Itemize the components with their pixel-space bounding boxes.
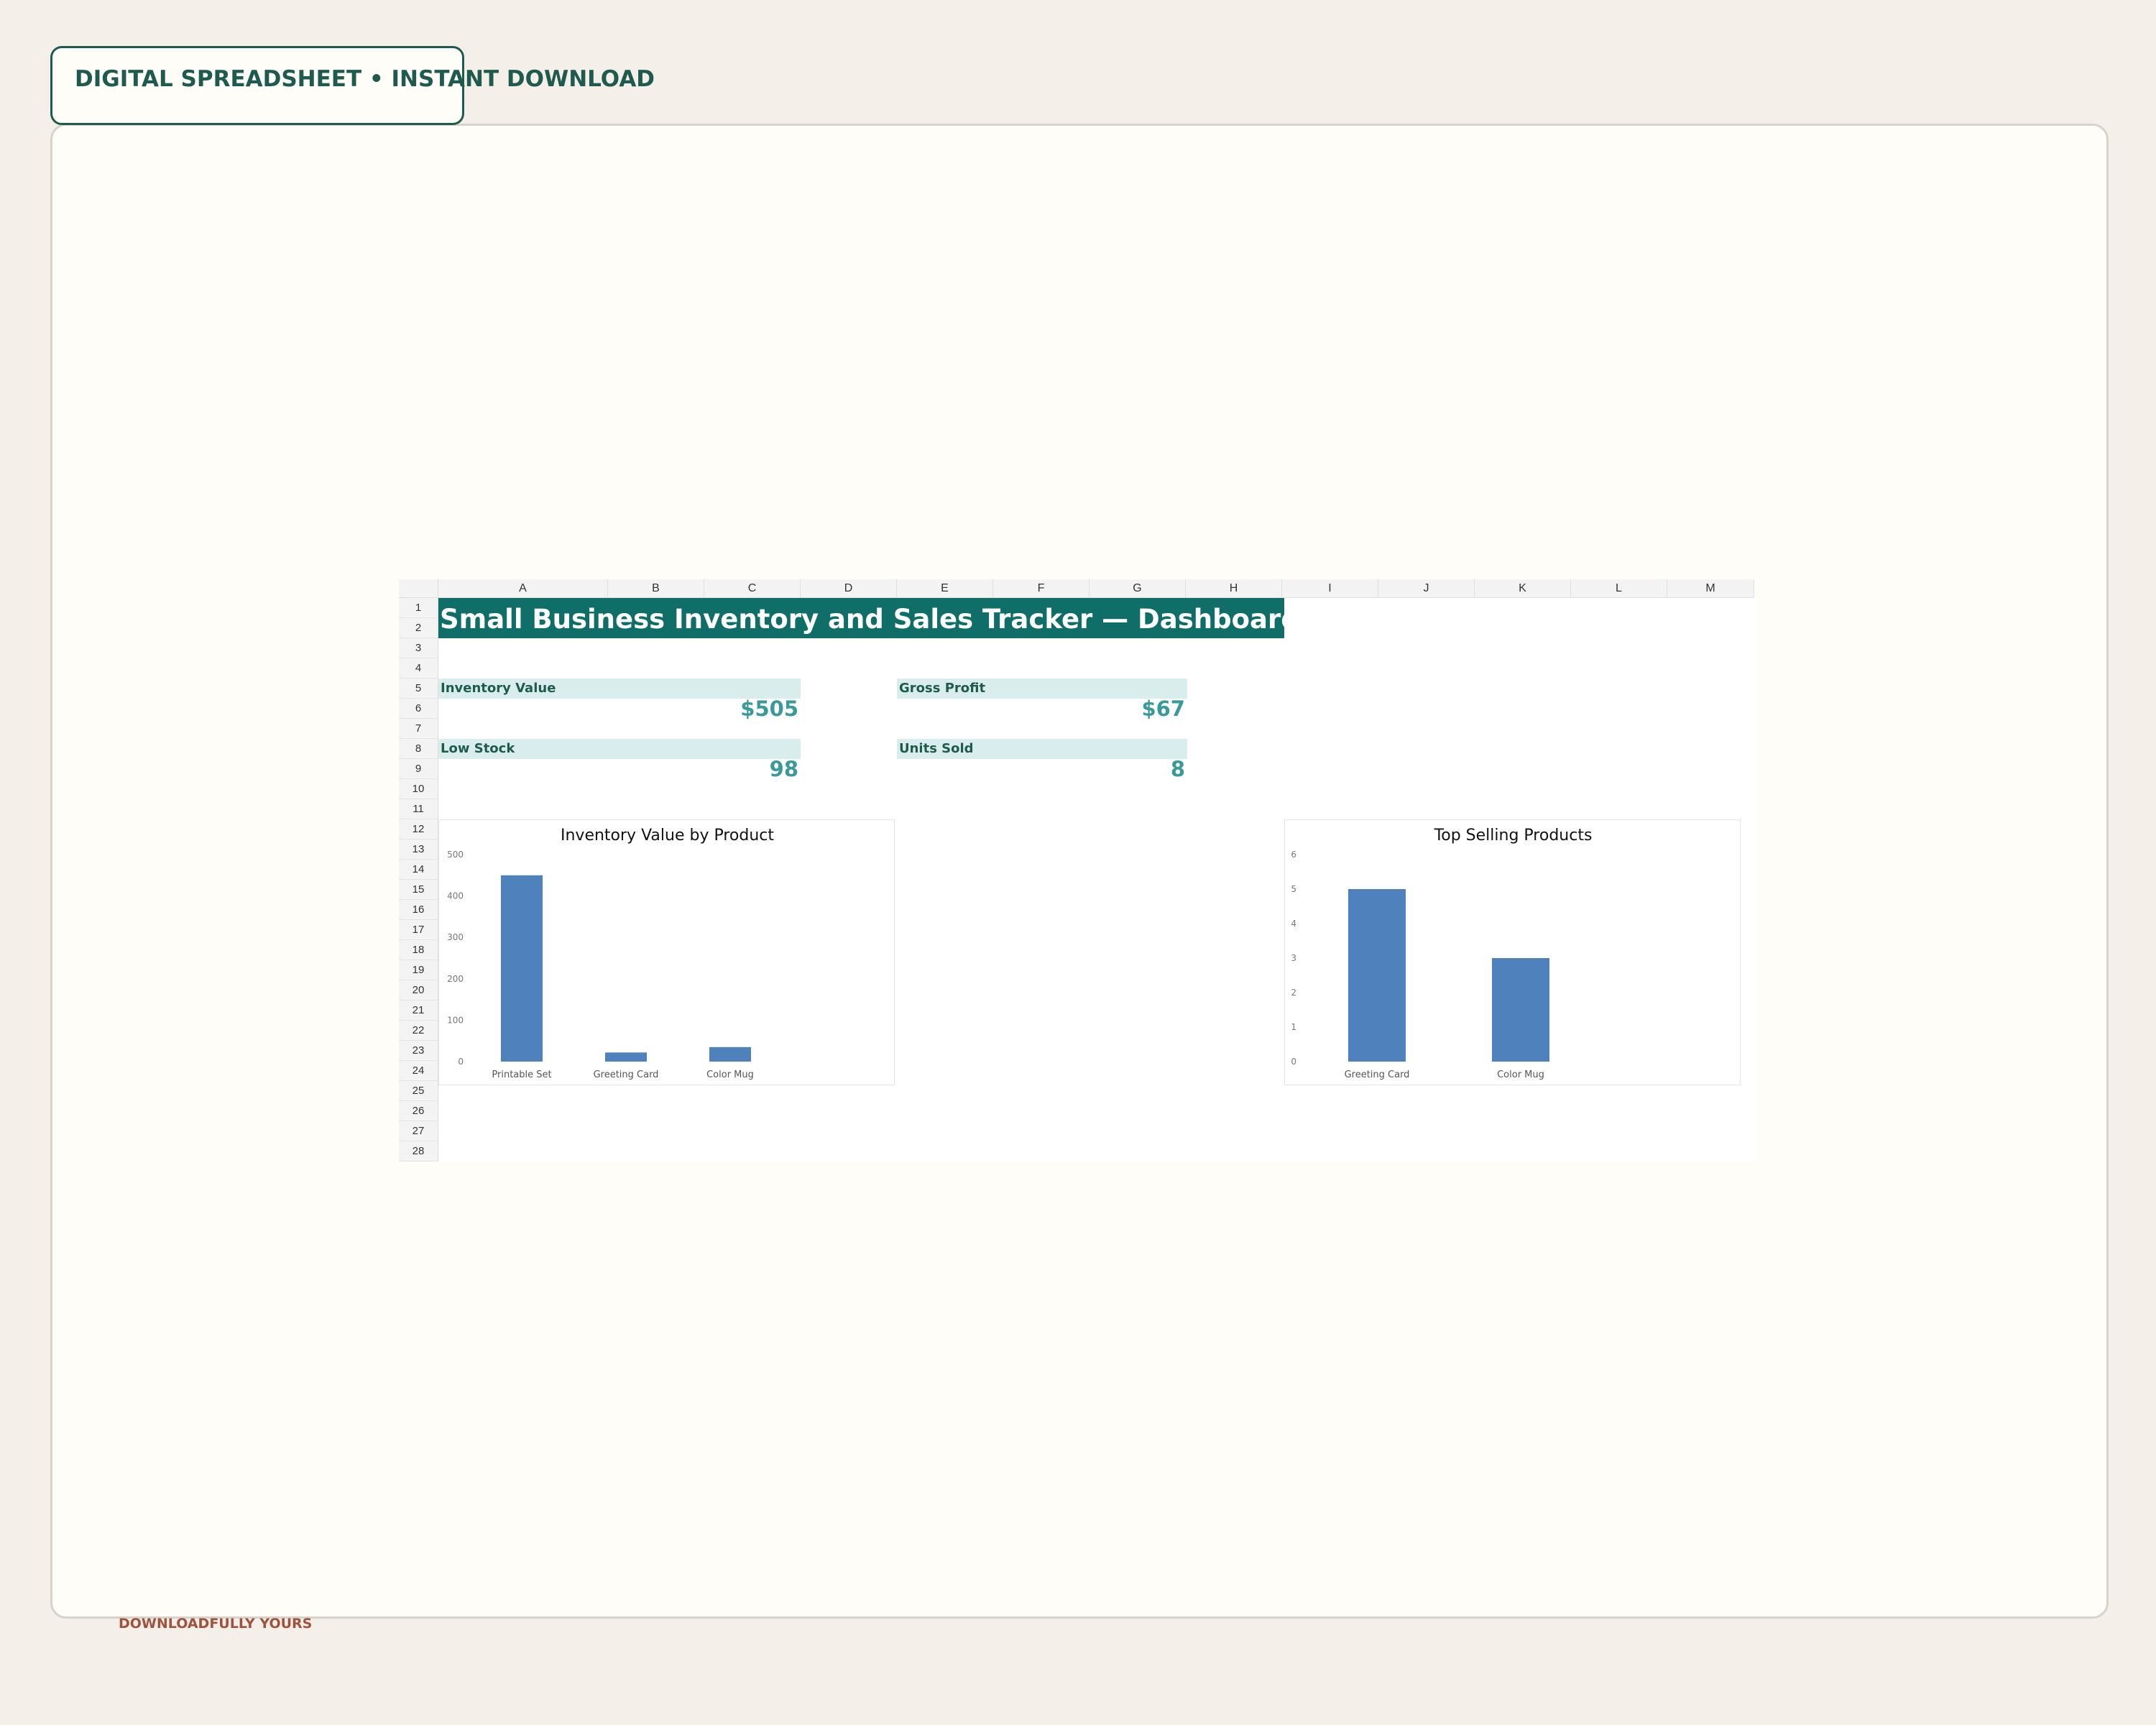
bar [1492,958,1549,1062]
row-header-28[interactable]: 28 [399,1141,438,1162]
row-header-22[interactable]: 22 [399,1021,438,1041]
chart-svg: Top Selling Products 0 1 2 3 4 5 6 Greeting Card… [1291,827,1593,1080]
y-tick-label: 300 [447,932,464,942]
column-header-j[interactable]: J [1378,579,1475,598]
y-tick-label: 0 [458,1057,464,1067]
row-header-14[interactable]: 14 [399,860,438,880]
column-header-e[interactable]: E [897,579,993,598]
dashboard-title: Small Business Inventory and Sales Track… [440,604,1300,635]
x-tick-label: Greeting Card [594,1070,659,1080]
kpi-low-stock: 98 [769,757,798,781]
row-header-18[interactable]: 18 [399,940,438,960]
select-all-corner[interactable] [399,579,438,598]
row-header-3[interactable]: 3 [399,638,438,658]
row-header-8[interactable]: 8 [399,739,438,759]
y-tick-label: 4 [1291,919,1296,929]
row-header-6[interactable]: 6 [399,699,438,719]
chart-inventory-value-by-product[interactable]: Inventory Value by Product 0 100 200 300 400 5… [438,819,895,1085]
y-tick-label: 0 [1291,1057,1296,1067]
y-tick-label: 2 [1291,988,1296,998]
row-header-12[interactable]: 12 [399,819,438,840]
column-header-k[interactable]: K [1475,579,1571,598]
y-tick-label: 200 [447,974,464,984]
y-tick-label: 400 [447,891,464,901]
column-header-d[interactable]: D [801,579,897,598]
column-header-c[interactable]: C [704,579,801,598]
row-header-26[interactable]: 26 [399,1101,438,1121]
y-tick-label: 500 [447,850,464,860]
row-header-19[interactable]: 19 [399,960,438,980]
row-header-7[interactable]: 7 [399,719,438,739]
bar [605,1052,647,1062]
row-header-11[interactable]: 11 [399,799,438,819]
row-header-16[interactable]: 16 [399,900,438,920]
kpi-inventory-value-label: Inventory Value [441,681,556,696]
spreadsheet: ABCDEFGHIJKLM 1 2 3 4 5 6 7 8 9 10 11 12 13 14 15 16 17 1… [399,579,1757,1162]
row-header-1[interactable]: 1 [399,598,438,618]
row-header-17[interactable]: 17 [399,920,438,940]
row-header-15[interactable]: 15 [399,880,438,900]
chart-title: Top Selling Products [1434,827,1593,845]
footer-brand: DOWNLOADFULLY YOURS [119,1616,313,1632]
x-tick-label: Color Mug [1497,1070,1544,1080]
row-header-25[interactable]: 25 [399,1081,438,1101]
bar [1348,889,1406,1062]
row-header-4[interactable]: 4 [399,658,438,678]
chart-title: Inventory Value by Product [561,827,774,845]
bar [501,875,543,1062]
x-tick-label: Printable Set [492,1070,551,1080]
kpi-gross-profit-label: Gross Profit [899,681,986,696]
x-tick-label: Greeting Card [1345,1070,1410,1080]
row-header-13[interactable]: 13 [399,840,438,860]
column-header-i[interactable]: I [1282,579,1378,598]
kpi-units-sold: 8 [1170,757,1185,781]
row-header-9[interactable]: 9 [399,759,438,779]
row-header-2[interactable]: 2 [399,618,438,638]
kpi-gross-profit: $67 [1141,696,1185,721]
badge-text: DIGITAL SPREADSHEET • INSTANT DOWNLOAD [75,66,655,92]
kpi-inventory-value: $505 [740,696,798,721]
y-tick-label: 5 [1291,884,1296,894]
column-header-a[interactable]: A [438,579,608,598]
kpi-units-sold-label: Units Sold [899,741,974,756]
column-header-b[interactable]: B [608,579,704,598]
row-header-20[interactable]: 20 [399,980,438,1000]
bar [709,1046,751,1062]
row-header-21[interactable]: 21 [399,1000,438,1021]
x-tick-label: Color Mug [706,1070,754,1080]
column-header-f[interactable]: F [993,579,1089,598]
row-header-10[interactable]: 10 [399,779,438,799]
chart-top-selling-products[interactable]: Top Selling Products 0 1 2 3 4 5 6 Greeting Card… [1284,819,1741,1085]
row-header-24[interactable]: 24 [399,1061,438,1081]
y-tick-label: 1 [1291,1022,1296,1032]
kpi-low-stock-label: Low Stock [441,741,515,756]
column-header-l[interactable]: L [1571,579,1667,598]
column-header-h[interactable]: H [1186,579,1282,598]
row-header-5[interactable]: 5 [399,678,438,699]
y-tick-label: 100 [447,1015,464,1025]
column-header-g[interactable]: G [1089,579,1186,598]
y-tick-label: 6 [1291,850,1296,860]
row-header-27[interactable]: 27 [399,1121,438,1141]
column-header-m[interactable]: M [1667,579,1754,598]
row-header-23[interactable]: 23 [399,1041,438,1061]
y-tick-label: 3 [1291,953,1296,963]
chart-svg: Inventory Value by Product 0 100 200 300 400 5… [447,827,774,1080]
